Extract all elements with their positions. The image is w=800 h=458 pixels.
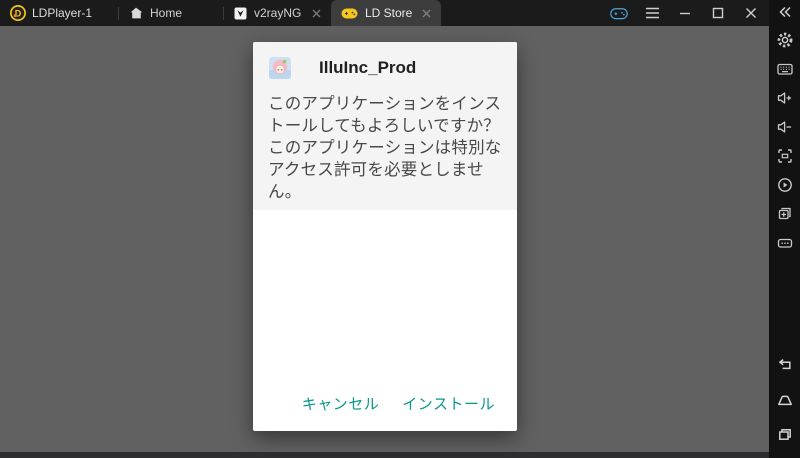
bottom-frame-strip: [0, 452, 769, 458]
ldplayer-logo-icon: D: [10, 5, 26, 21]
game-controls-icon[interactable]: [610, 4, 628, 22]
tab-label: Home: [150, 6, 182, 20]
volume-down-icon[interactable]: [776, 118, 794, 136]
nav-recents-icon[interactable]: [776, 426, 794, 444]
emulator-screen: IlluInc_Prod このアプリケーションをインストールしてもよろしいですか…: [0, 26, 769, 452]
maximize-icon[interactable]: [709, 4, 727, 22]
more-icon[interactable]: [776, 234, 794, 252]
tab-close-icon[interactable]: [422, 9, 431, 18]
menu-icon[interactable]: [643, 4, 661, 22]
window-title: LDPlayer-1: [32, 6, 92, 20]
install-dialog-header: IlluInc_Prod このアプリケーションをインストールしてもよろしいですか…: [253, 42, 517, 210]
keyboard-icon[interactable]: [776, 60, 794, 78]
v2rayng-icon: [234, 7, 247, 20]
nav-back-icon[interactable]: [776, 356, 794, 374]
tab-v2rayng[interactable]: v2rayNG: [224, 0, 331, 26]
nav-buttons: [776, 339, 794, 458]
install-button[interactable]: インストール: [402, 393, 495, 414]
settings-icon[interactable]: [776, 31, 794, 49]
tab-home[interactable]: Home: [119, 0, 223, 26]
app-name: IlluInc_Prod: [319, 58, 416, 78]
ldplayer-window: D LDPlayer-1 Home v2rayN: [0, 0, 800, 458]
tab-close-icon[interactable]: [312, 9, 321, 18]
operation-record-icon[interactable]: [776, 176, 794, 194]
nav-home-icon[interactable]: [776, 391, 794, 409]
dialog-actions: キャンセル インストール: [302, 393, 495, 414]
toolbar-sidebar: [769, 0, 800, 458]
volume-up-icon[interactable]: [776, 89, 794, 107]
install-apk-icon[interactable]: [776, 205, 794, 223]
app-brand: D LDPlayer-1: [0, 5, 118, 21]
tab-label: v2rayNG: [254, 6, 301, 20]
close-icon[interactable]: [742, 4, 760, 22]
tab-ld-store[interactable]: LD Store: [331, 0, 441, 26]
window-controls: [610, 4, 769, 22]
fullscreen-icon[interactable]: [776, 147, 794, 165]
cancel-button[interactable]: キャンセル: [302, 393, 380, 414]
minimize-icon[interactable]: [676, 4, 694, 22]
anime-character-app-icon: [269, 57, 291, 79]
title-bar: D LDPlayer-1 Home v2rayN: [0, 0, 769, 26]
collapse-icon[interactable]: [778, 4, 792, 20]
install-message: このアプリケーションをインストールしてもよろしいですか？このアプリケーションは特…: [253, 79, 517, 203]
home-icon: [129, 6, 143, 20]
install-dialog: IlluInc_Prod このアプリケーションをインストールしてもよろしいですか…: [253, 42, 517, 431]
tab-label: LD Store: [365, 6, 412, 20]
gamepad-icon: [341, 7, 358, 20]
